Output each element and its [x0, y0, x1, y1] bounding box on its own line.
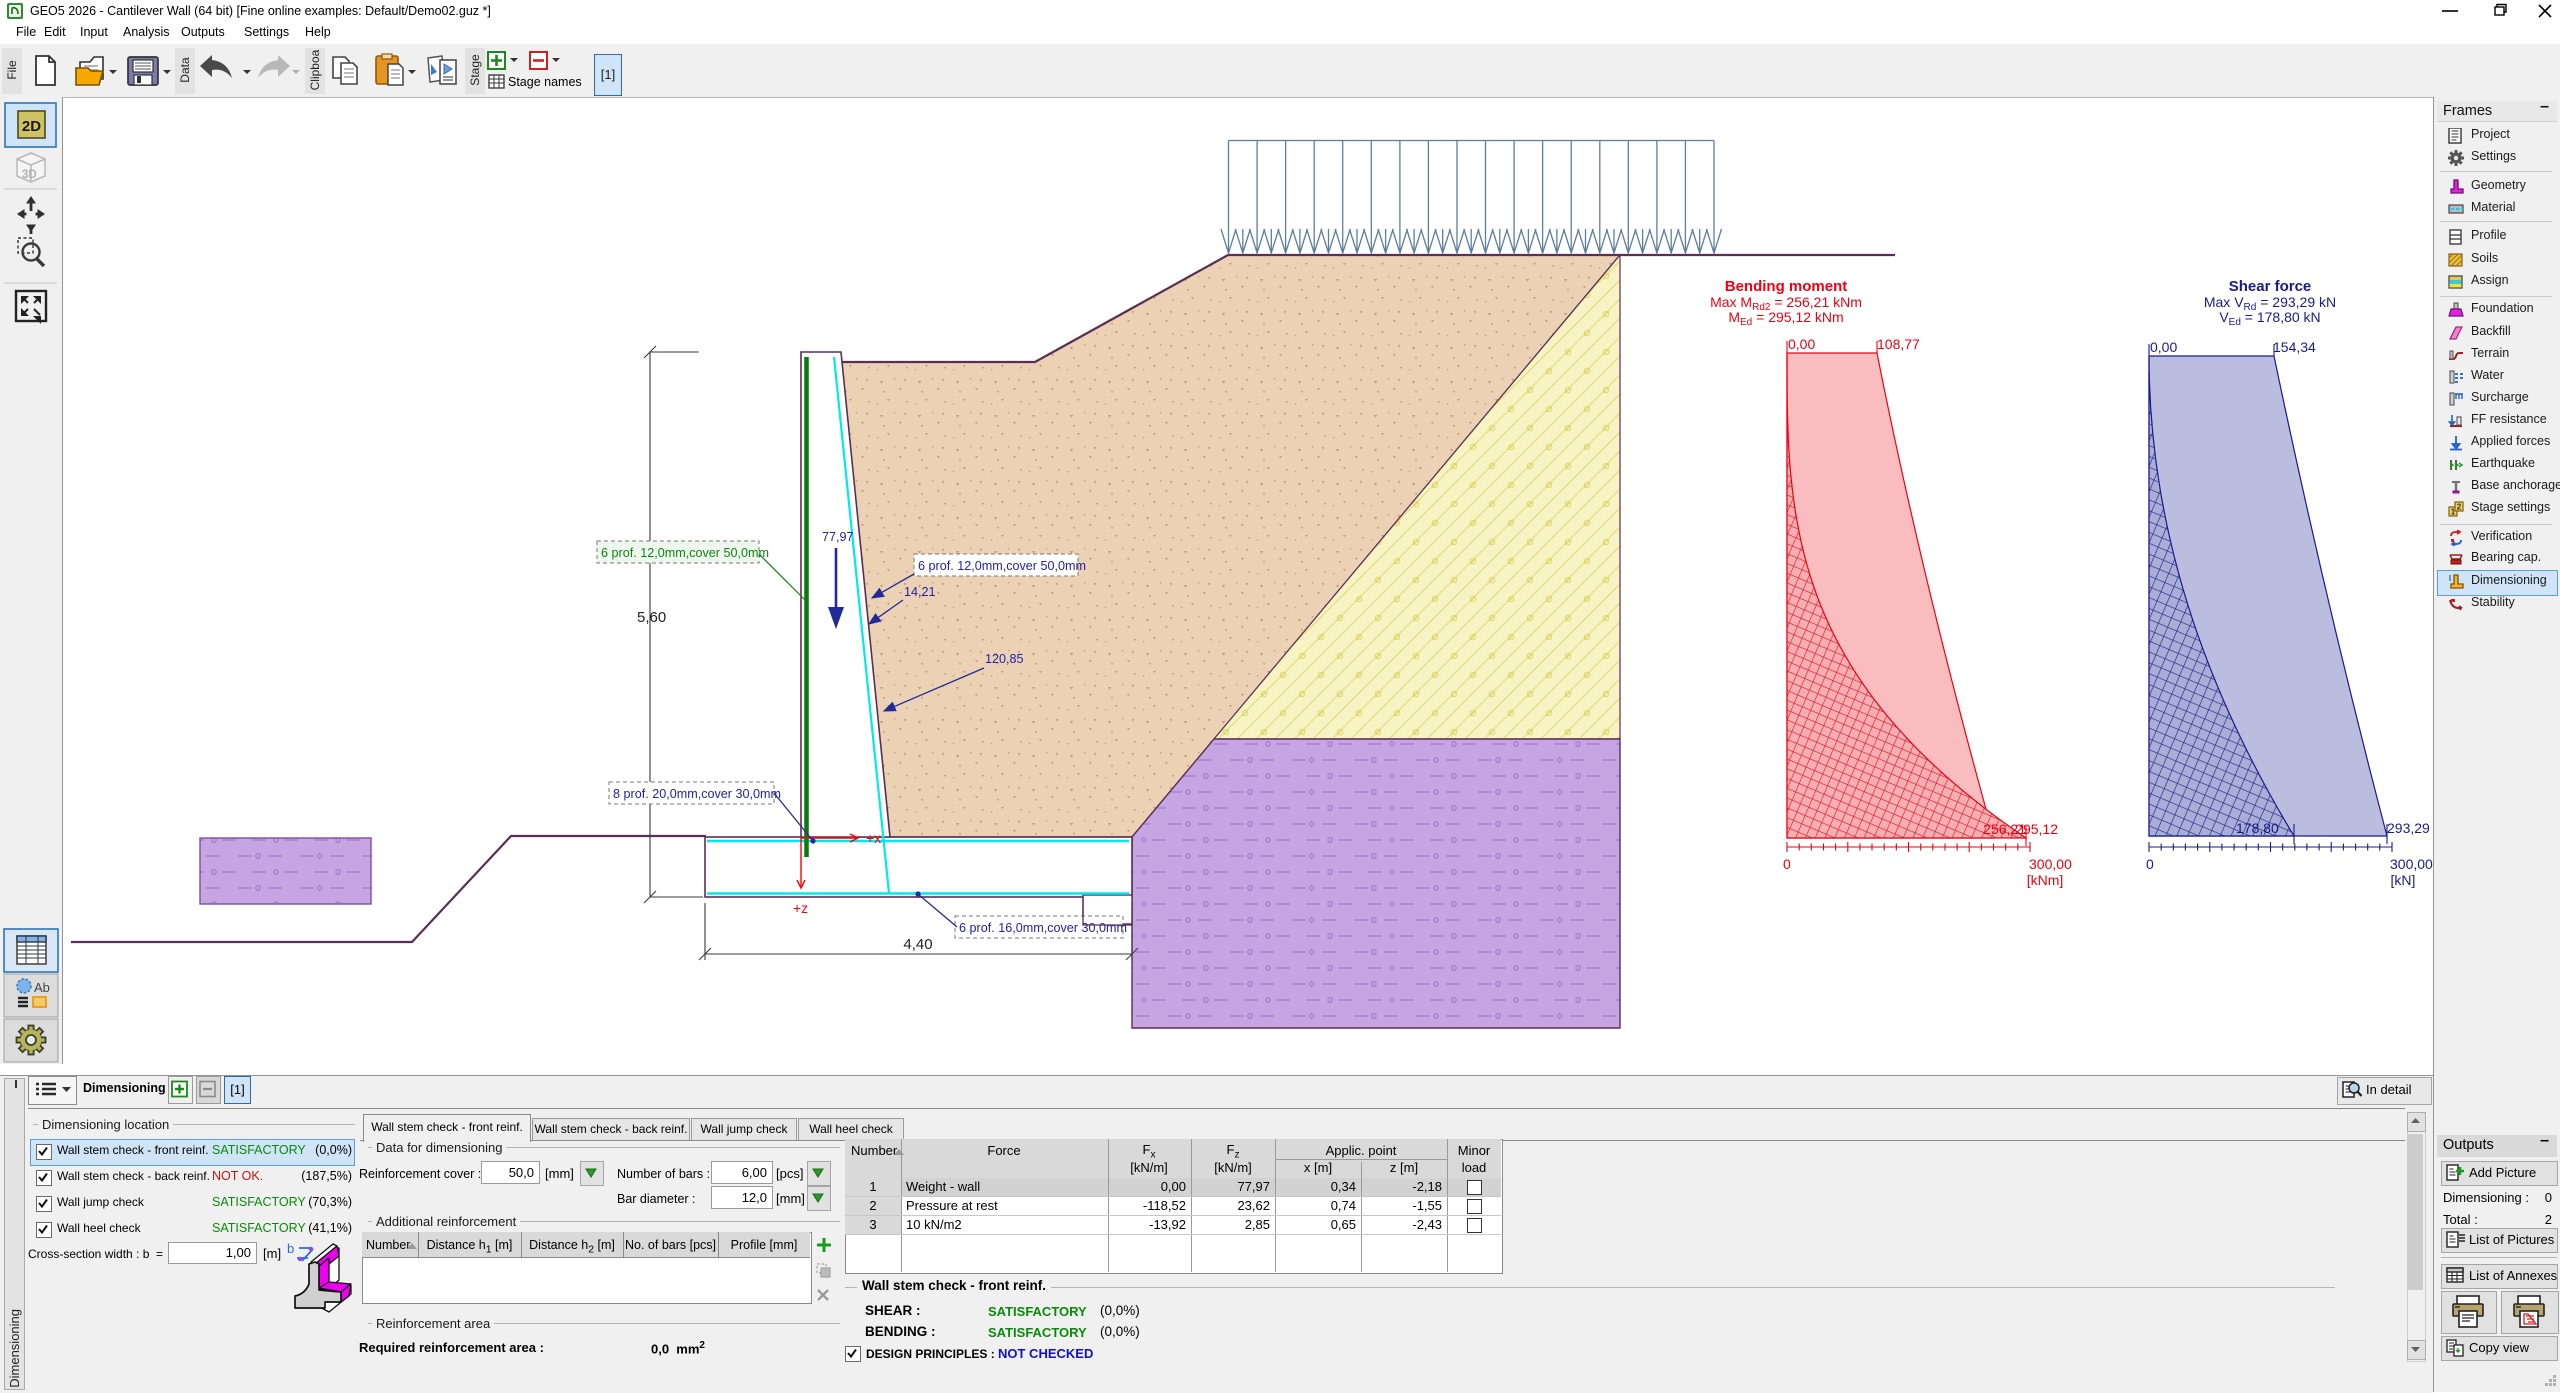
svg-text:300,00: 300,00 [2029, 856, 2072, 872]
svg-text:293,29: 293,29 [2387, 820, 2430, 836]
svg-text:[kNm]: [kNm] [2027, 872, 2064, 888]
svg-text:MEd = 295,12 kNm: MEd = 295,12 kNm [1728, 309, 1843, 328]
svg-text:108,77: 108,77 [1877, 336, 1920, 352]
svg-text:2: 2 [2457, 503, 2462, 512]
svg-text:3D: 3D [22, 169, 37, 181]
svg-text:300,00: 300,00 [2390, 856, 2433, 872]
svg-text:b: b [287, 1241, 294, 1256]
svg-text:295,12: 295,12 [2015, 821, 2058, 837]
svg-text:178,80: 178,80 [2236, 820, 2279, 836]
svg-text:[kN]: [kN] [2391, 872, 2416, 888]
svg-text:+x: +x [866, 830, 881, 846]
svg-text:Shear force: Shear force [2229, 278, 2312, 295]
svg-text:154,34: 154,34 [2273, 339, 2316, 355]
svg-text:0,00: 0,00 [1788, 336, 1815, 352]
svg-text:+z: +z [793, 900, 808, 916]
svg-text:Bending moment: Bending moment [1725, 278, 1848, 295]
svg-text:6 prof. 16,0mm,cover 30,0mm: 6 prof. 16,0mm,cover 30,0mm [959, 921, 1127, 935]
svg-text:120,85: 120,85 [985, 652, 1024, 666]
svg-text:8 prof. 20,0mm,cover 30,0mm: 8 prof. 20,0mm,cover 30,0mm [613, 787, 781, 801]
svg-text:VEd = 178,80 kN: VEd = 178,80 kN [2219, 309, 2320, 328]
svg-text:5,60: 5,60 [637, 609, 666, 626]
svg-text:6 prof. 12,0mm,cover 50,0mm: 6 prof. 12,0mm,cover 50,0mm [918, 559, 1086, 573]
svg-text:0: 0 [1783, 856, 1791, 872]
svg-text:Ab: Ab [34, 980, 50, 995]
svg-text:6 prof. 12,0mm,cover 50,0mm: 6 prof. 12,0mm,cover 50,0mm [601, 546, 769, 560]
svg-text:14,21: 14,21 [904, 585, 936, 599]
svg-text:0,00: 0,00 [2150, 339, 2177, 355]
svg-text:2D: 2D [22, 118, 41, 135]
svg-text:4,40: 4,40 [903, 936, 932, 953]
svg-text:77,97: 77,97 [822, 530, 854, 544]
svg-text:0: 0 [2146, 856, 2154, 872]
